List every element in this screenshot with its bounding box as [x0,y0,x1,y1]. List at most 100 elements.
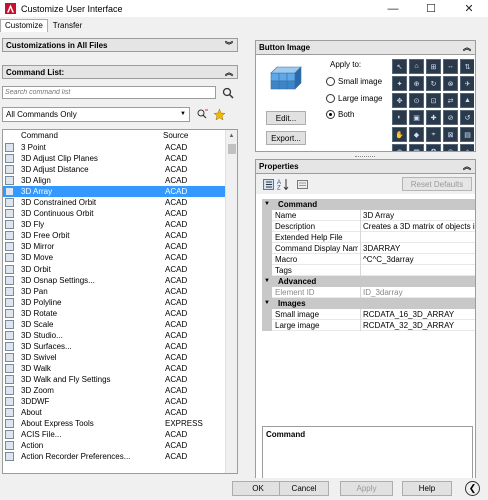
gallery-image-icon[interactable]: ⊗ [443,76,458,91]
splitter-grip[interactable] [355,156,375,158]
radio-circle[interactable] [326,94,335,103]
search-icon[interactable] [220,85,236,100]
gallery-image-icon[interactable]: ◉ [392,144,407,151]
property-value[interactable]: ^C^C_3darray [363,255,475,264]
gallery-image-icon[interactable]: ⇄ [443,93,458,108]
command-list-header[interactable]: Command List: ︽ [2,65,238,79]
command-row[interactable]: 3D Move ACAD [3,252,225,263]
command-row[interactable]: 3D Orbit ACAD [3,264,225,275]
command-row[interactable]: 3D Rotate ACAD [3,308,225,319]
gallery-image-icon[interactable]: ✚ [426,110,441,125]
command-filter-select[interactable]: All Commands Only ▼ [2,107,190,122]
command-row[interactable]: 3D Array ACAD [3,186,225,198]
property-value[interactable]: RCDATA_32_3D_ARRAY [363,321,475,330]
button-image-gallery[interactable]: ↖⌂⊞↔⇅ ✦⊕↻⊗✈ ✥⊙⊡⇄▲ ◐▣✚⊘↺ ✋◆⌖⊠▤ ◉▦✪⊛◈ [390,57,474,151]
gallery-image-icon[interactable]: ↖ [392,59,407,74]
collapse-chevron-icon[interactable]: ︽ [463,161,471,172]
collapse-chevron-icon[interactable]: ︽ [463,42,471,53]
gallery-image-icon[interactable]: ✋ [392,127,407,142]
gallery-image-icon[interactable]: ✦ [392,76,407,91]
command-row[interactable]: 3D Free Orbit ACAD [3,230,225,241]
gallery-image-icon[interactable]: ⌖ [426,127,441,142]
gallery-image-icon[interactable]: ✈ [460,76,474,91]
gallery-image-icon[interactable]: ⊙ [409,93,424,108]
property-row[interactable]: Command Display Name 3DARRAY [262,243,475,254]
command-row[interactable]: 3D Fly ACAD [3,219,225,230]
properties-header[interactable]: Properties ︽ [256,160,475,174]
command-row[interactable]: 3D Swivel ACAD [3,352,225,363]
search-filter-icon[interactable] [195,107,209,121]
command-row[interactable]: 3D Surfaces... ACAD [3,341,225,352]
command-row[interactable]: 3 Point ACAD [3,142,225,153]
back-icon[interactable]: ❮ [465,481,480,496]
new-command-icon[interactable] [212,107,226,121]
command-row[interactable]: Action ACAD [3,440,225,451]
scroll-thumb[interactable] [228,144,236,154]
property-value[interactable]: Creates a 3D matrix of objects in a [363,222,475,231]
gallery-image-icon[interactable]: ↺ [460,110,474,125]
sort-alphabetical-icon[interactable]: AZ [277,178,289,190]
command-row[interactable]: 3D Mirror ACAD [3,241,225,252]
gallery-image-icon[interactable]: ⌂ [409,59,424,74]
reset-defaults-button[interactable]: Reset Defaults [402,177,472,191]
property-category[interactable]: ▼ Advanced [262,276,475,287]
command-row[interactable]: 3D Constrained Orbit ACAD [3,197,225,208]
gallery-image-icon[interactable]: ◐ [392,110,407,125]
command-row[interactable]: 3D Studio... ACAD [3,330,225,341]
cancel-button[interactable]: Cancel [279,481,329,496]
gallery-image-icon[interactable]: ▤ [460,127,474,142]
gallery-image-icon[interactable]: ⊠ [443,127,458,142]
property-row[interactable]: Element ID ID_3darray [262,287,475,298]
command-row[interactable]: 3D Adjust Clip Planes ACAD [3,153,225,164]
collapse-toggle-icon[interactable]: ▼ [264,300,270,306]
categorized-icon[interactable] [262,178,274,190]
column-header-source[interactable]: Source [163,131,188,140]
command-row[interactable]: 3D Adjust Distance ACAD [3,164,225,175]
command-row[interactable]: 3DDWF ACAD [3,396,225,407]
radio-circle[interactable] [326,110,335,119]
ok-button[interactable]: OK [232,481,284,496]
tab-customize[interactable]: Customize [0,19,48,32]
radio-small-image[interactable]: Small image [326,77,382,86]
collapse-toggle-icon[interactable]: ▼ [264,278,270,284]
collapse-toggle-icon[interactable]: ▼ [264,201,270,207]
property-value[interactable]: ID_3darray [363,288,475,297]
gallery-image-icon[interactable]: ⊛ [443,144,458,151]
collapse-chevron-icon[interactable]: ︾ [225,40,233,51]
property-value[interactable]: 3DARRAY [363,244,475,253]
maximize-button[interactable]: ☐ [412,0,450,17]
gallery-image-icon[interactable]: ⊕ [409,76,424,91]
edit-image-button[interactable]: Edit... [266,111,306,125]
gallery-image-icon[interactable]: ↔ [443,59,458,74]
command-row[interactable]: 3D Osnap Settings... ACAD [3,275,225,286]
property-category[interactable]: ▼ Command [262,199,475,210]
gallery-image-icon[interactable]: ◆ [409,127,424,142]
command-row[interactable]: ACIS File... ACAD [3,429,225,440]
button-image-header[interactable]: Button Image ︽ [256,41,475,55]
scroll-up-icon[interactable]: ▲ [226,130,237,142]
gallery-image-icon[interactable]: ▲ [460,93,474,108]
gallery-image-icon[interactable]: ▦ [409,144,424,151]
gallery-image-icon[interactable]: ◈ [460,144,474,151]
gallery-image-icon[interactable]: ⊞ [426,59,441,74]
property-row[interactable]: Large image RCDATA_32_3D_ARRAY [262,320,475,331]
help-button[interactable]: Help [402,481,452,496]
gallery-image-icon[interactable]: ↻ [426,76,441,91]
radio-both[interactable]: Both [326,110,354,119]
property-row[interactable]: Name 3D Array [262,210,475,221]
command-list-scrollbar[interactable]: ▲ [225,130,237,473]
apply-button[interactable]: Apply [340,481,393,496]
command-row[interactable]: 3D Align ACAD [3,175,225,186]
property-category[interactable]: ▼ Images [262,298,475,309]
command-row[interactable]: 3D Walk and Fly Settings ACAD [3,374,225,385]
radio-large-image[interactable]: Large image [326,94,382,103]
gallery-image-icon[interactable]: ▣ [409,110,424,125]
property-pages-icon[interactable] [296,178,308,190]
command-row[interactable]: 3D Walk ACAD [3,363,225,374]
command-row[interactable]: 3D Scale ACAD [3,319,225,330]
customizations-header[interactable]: Customizations in All Files ︾ [2,38,238,52]
property-value[interactable]: 3D Array [363,211,475,220]
property-value[interactable]: RCDATA_16_3D_ARRAY [363,310,475,319]
search-input[interactable] [2,86,216,99]
command-row[interactable]: 3D Zoom ACAD [3,385,225,396]
